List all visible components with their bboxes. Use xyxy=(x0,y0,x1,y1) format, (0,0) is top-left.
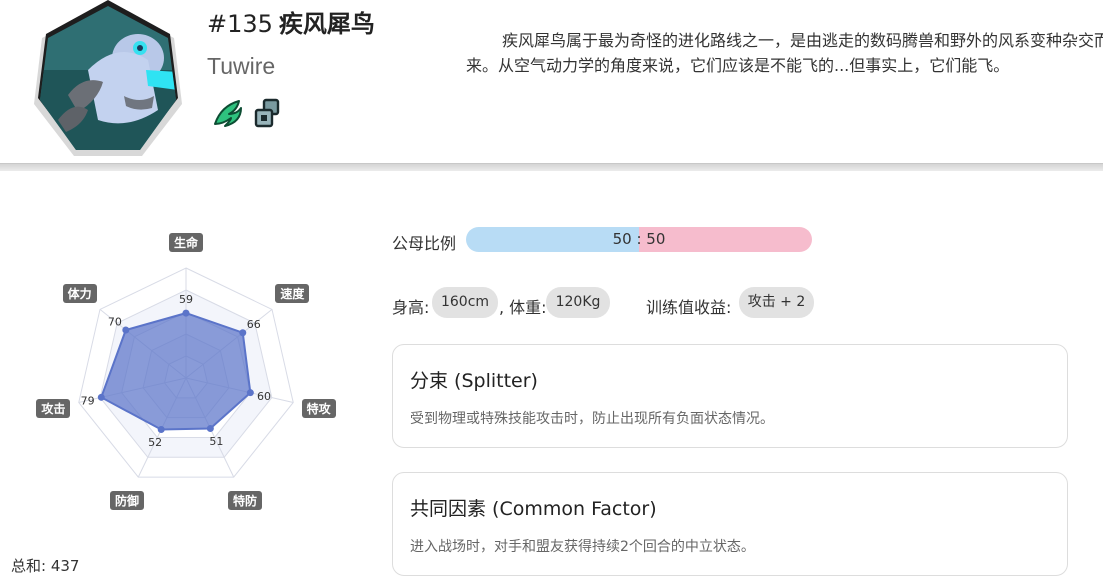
radar-point-speed xyxy=(239,329,247,337)
stat-label-sp-def: 特防 xyxy=(228,491,263,511)
radar-point-defense xyxy=(157,426,165,434)
ability-card[interactable]: 共同因素 (Common Factor) 进入战场时，对手和盟友获得持续2个回合… xyxy=(392,472,1068,576)
gender-label: 公母比例 xyxy=(392,234,457,253)
ability-card[interactable]: 分束 (Splitter) 受到物理或特殊技能攻击时，防止出现所有负面状态情况。 xyxy=(392,344,1068,448)
pokemon-avatar xyxy=(34,0,182,156)
pokemon-header: #135 疾风犀鸟 Tuwire 疾风犀鸟属于最为奇怪的进化路线之一，是由逃走的数… xyxy=(0,0,1103,164)
radar-value-speed: 66 xyxy=(247,318,261,331)
stat-label-stamina: 体力 xyxy=(62,283,97,303)
radar-point-attack xyxy=(97,393,105,401)
pokemon-title: #135 疾风犀鸟 xyxy=(207,4,375,39)
pokemon-name: 疾风犀鸟 xyxy=(278,10,375,38)
radar-point-sp_atk xyxy=(246,389,254,397)
ability-name: 共同因素 (Common Factor) xyxy=(410,498,657,520)
pokemon-english-name: Tuwire xyxy=(207,53,276,79)
pokemon-number: #135 xyxy=(207,10,273,38)
digital-type-icon[interactable] xyxy=(250,96,284,130)
radar-value-attack: 79 xyxy=(81,394,95,407)
radar-value-sp_def: 51 xyxy=(209,435,223,448)
ability-description: 受到物理或特殊技能攻击时，防止出现所有负面状态情况。 xyxy=(410,411,774,427)
stat-label-attack: 攻击 xyxy=(36,398,71,418)
radar-value-defense: 52 xyxy=(148,436,162,449)
radar-point-hp xyxy=(182,309,190,317)
stats-radar-chart: 59 66 60 51 52 79 70 xyxy=(78,267,294,478)
header-divider xyxy=(0,164,1103,171)
stats-total: 总和: 437 xyxy=(11,557,80,575)
stat-label-hp: 生命 xyxy=(169,232,204,252)
radar-value-sp_atk: 60 xyxy=(257,390,271,403)
gender-ratio-bar: 50 : 50 xyxy=(466,227,812,252)
weight-value: 120Kg xyxy=(546,287,610,318)
ev-value: 攻击 + 2 xyxy=(739,287,814,318)
pokemon-description: 疾风犀鸟属于最为奇怪的进化路线之一，是由逃走的数码腾兽和野外的风系变种杂交而来。… xyxy=(466,31,1103,75)
stat-label-sp-atk: 特攻 xyxy=(301,398,336,418)
wind-type-icon[interactable] xyxy=(211,96,245,130)
gender-ratio-text: 50 : 50 xyxy=(612,230,666,248)
height-value: 160cm xyxy=(432,287,498,318)
ability-description: 进入战场时，对手和盟友获得持续2个回合的中立状态。 xyxy=(410,539,755,555)
stat-label-speed: 速度 xyxy=(275,283,310,303)
stats-radar: 59 66 60 51 52 79 70 生命 速度 特攻 特防 防御 攻击 体力 xyxy=(18,222,358,512)
ability-name: 分束 (Splitter) xyxy=(410,370,538,392)
radar-point-stamina xyxy=(122,326,130,334)
radar-value-stamina: 70 xyxy=(108,315,122,328)
radar-value-hp: 59 xyxy=(179,293,193,306)
weight-label: , 体重: xyxy=(499,298,547,317)
radar-point-sp_def xyxy=(206,425,214,433)
stat-label-defense: 防御 xyxy=(109,491,144,511)
height-label: 身高: xyxy=(392,298,430,317)
ev-label: 训练值收益: xyxy=(646,298,732,317)
